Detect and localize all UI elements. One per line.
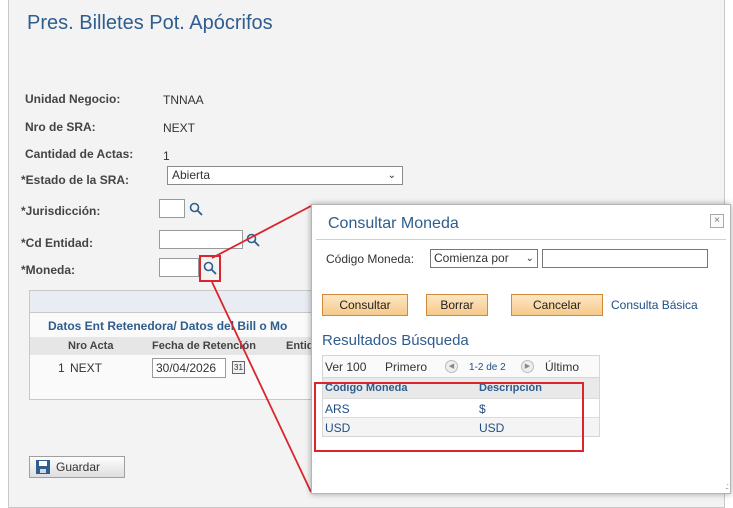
page-title: Pres. Billetes Pot. Apócrifos: [27, 12, 273, 34]
estado-label: *Estado de la SRA:: [21, 173, 130, 187]
save-label: Guardar: [56, 460, 101, 474]
estado-value: Abierta: [172, 168, 211, 182]
ultimo-link[interactable]: Último: [545, 360, 579, 374]
nro-sra-label: Nro de SRA:: [25, 120, 96, 134]
table-row: 1 NEXT 30/04/2026 31: [30, 355, 338, 381]
calendar-icon[interactable]: 31: [232, 361, 245, 374]
unidad-negocio-value: TNNAA: [163, 93, 204, 107]
chevron-down-icon: ⌄: [525, 253, 534, 264]
chevron-down-icon: ⌄: [387, 170, 396, 181]
cd-entidad-lookup-icon[interactable]: [246, 233, 260, 247]
prev-icon[interactable]: ◀: [445, 360, 458, 373]
operator-value: Comienza por: [434, 251, 509, 265]
close-icon[interactable]: ×: [710, 214, 724, 228]
codigo-moneda-label: Código Moneda:: [326, 252, 415, 266]
jurisdiccion-input[interactable]: [159, 199, 185, 218]
cantidad-actas-label: Cantidad de Actas:: [25, 147, 134, 161]
consultar-moneda-modal: Consultar Moneda × Código Moneda: Comien…: [311, 204, 731, 494]
nro-sra-value: NEXT: [163, 121, 196, 135]
grid-toolbar: [30, 291, 338, 313]
page-range: 1-2 de 2: [469, 362, 506, 373]
modal-title: Consultar Moneda: [328, 215, 459, 232]
results-navigation: Ver 100 Primero ◀ 1-2 de 2 ▶ Último: [322, 355, 600, 377]
ver-100-link[interactable]: Ver 100: [325, 360, 366, 374]
grid-header-nro-acta: Nro Acta: [68, 340, 114, 352]
results-highlight: [314, 382, 584, 452]
operator-select[interactable]: Comienza por ⌄: [430, 249, 538, 268]
cantidad-actas-value: 1: [163, 149, 170, 163]
primero-link[interactable]: Primero: [385, 360, 427, 374]
cancelar-button[interactable]: Cancelar: [511, 294, 603, 316]
grid-title: Datos Ent Retenedora/ Datos del Bill o M…: [48, 319, 288, 333]
codigo-moneda-input[interactable]: [542, 249, 708, 268]
consultar-button[interactable]: Consultar: [322, 294, 408, 316]
jurisdiccion-label: *Jurisdicción:: [21, 204, 101, 218]
grid-header-fecha: Fecha de Retención: [152, 340, 256, 352]
estado-select[interactable]: Abierta ⌄: [167, 166, 403, 185]
save-button[interactable]: Guardar: [29, 456, 125, 478]
resize-grip-icon[interactable]: .:: [725, 481, 729, 491]
results-title: Resultados Búsqueda: [322, 332, 469, 349]
cd-entidad-label: *Cd Entidad:: [21, 236, 93, 250]
consulta-basica-link[interactable]: Consulta Básica: [611, 298, 698, 312]
moneda-label: *Moneda:: [21, 263, 75, 277]
cd-entidad-input[interactable]: [159, 230, 243, 249]
actas-grid: Datos Ent Retenedora/ Datos del Bill o M…: [29, 290, 339, 400]
borrar-button[interactable]: Borrar: [426, 294, 488, 316]
row-number: 1: [58, 361, 65, 375]
modal-divider: [316, 239, 726, 240]
moneda-lookup-highlight: [199, 255, 221, 282]
grid-header-row: Nro Acta Fecha de Retención Entida: [30, 337, 338, 355]
moneda-input[interactable]: [159, 258, 199, 277]
next-icon[interactable]: ▶: [521, 360, 534, 373]
save-icon: [36, 460, 50, 474]
nro-acta-cell: NEXT: [70, 361, 103, 375]
unidad-negocio-label: Unidad Negocio:: [25, 92, 121, 106]
jurisdiccion-lookup-icon[interactable]: [189, 202, 203, 216]
fecha-retencion-input[interactable]: 30/04/2026: [152, 358, 226, 378]
